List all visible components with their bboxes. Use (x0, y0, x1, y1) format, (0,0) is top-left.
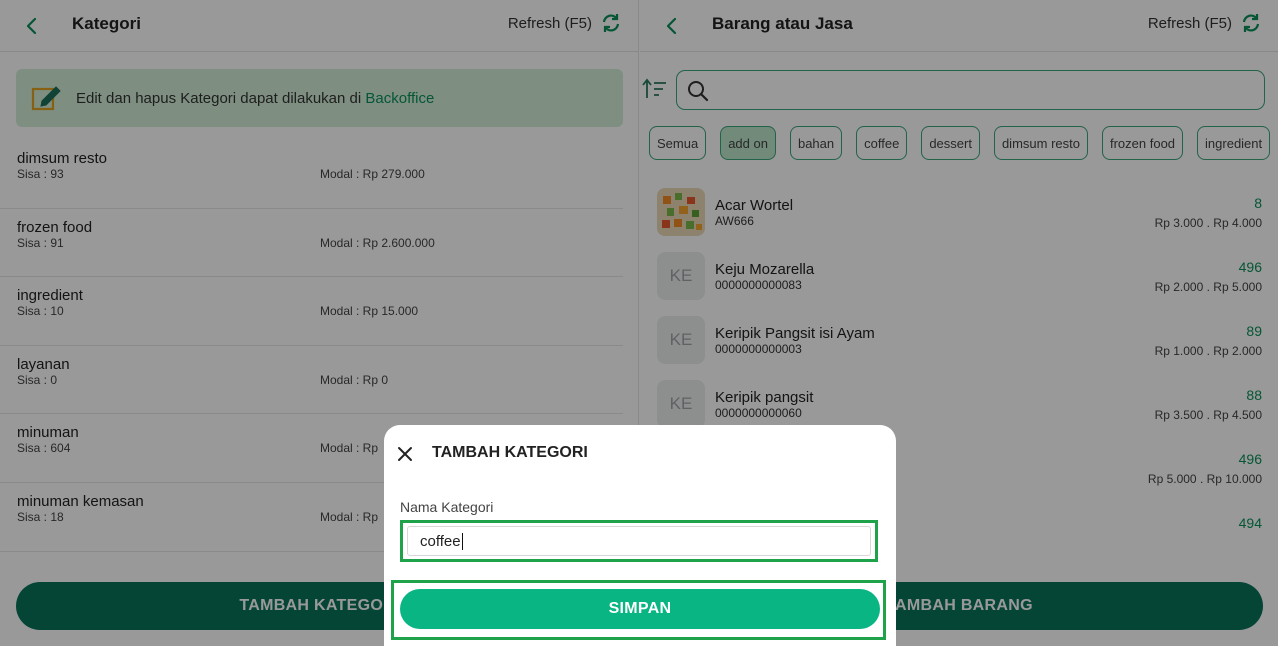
app: Kategori Refresh (F5) Edit dan hapus Kat… (0, 0, 1278, 646)
close-icon (398, 447, 412, 461)
close-button[interactable] (395, 444, 415, 464)
category-name-label: Nama Kategori (400, 499, 494, 515)
category-name-input[interactable]: coffee (407, 526, 871, 556)
input-highlight: coffee (400, 520, 878, 562)
button-highlight: SIMPAN (391, 580, 886, 640)
input-value: coffee (420, 532, 461, 550)
dialog-title: TAMBAH KATEGORI (432, 444, 588, 461)
add-category-dialog: TAMBAH KATEGORI Nama Kategori coffee SIM… (384, 425, 896, 646)
text-caret (461, 532, 464, 550)
save-button[interactable]: SIMPAN (400, 589, 880, 629)
